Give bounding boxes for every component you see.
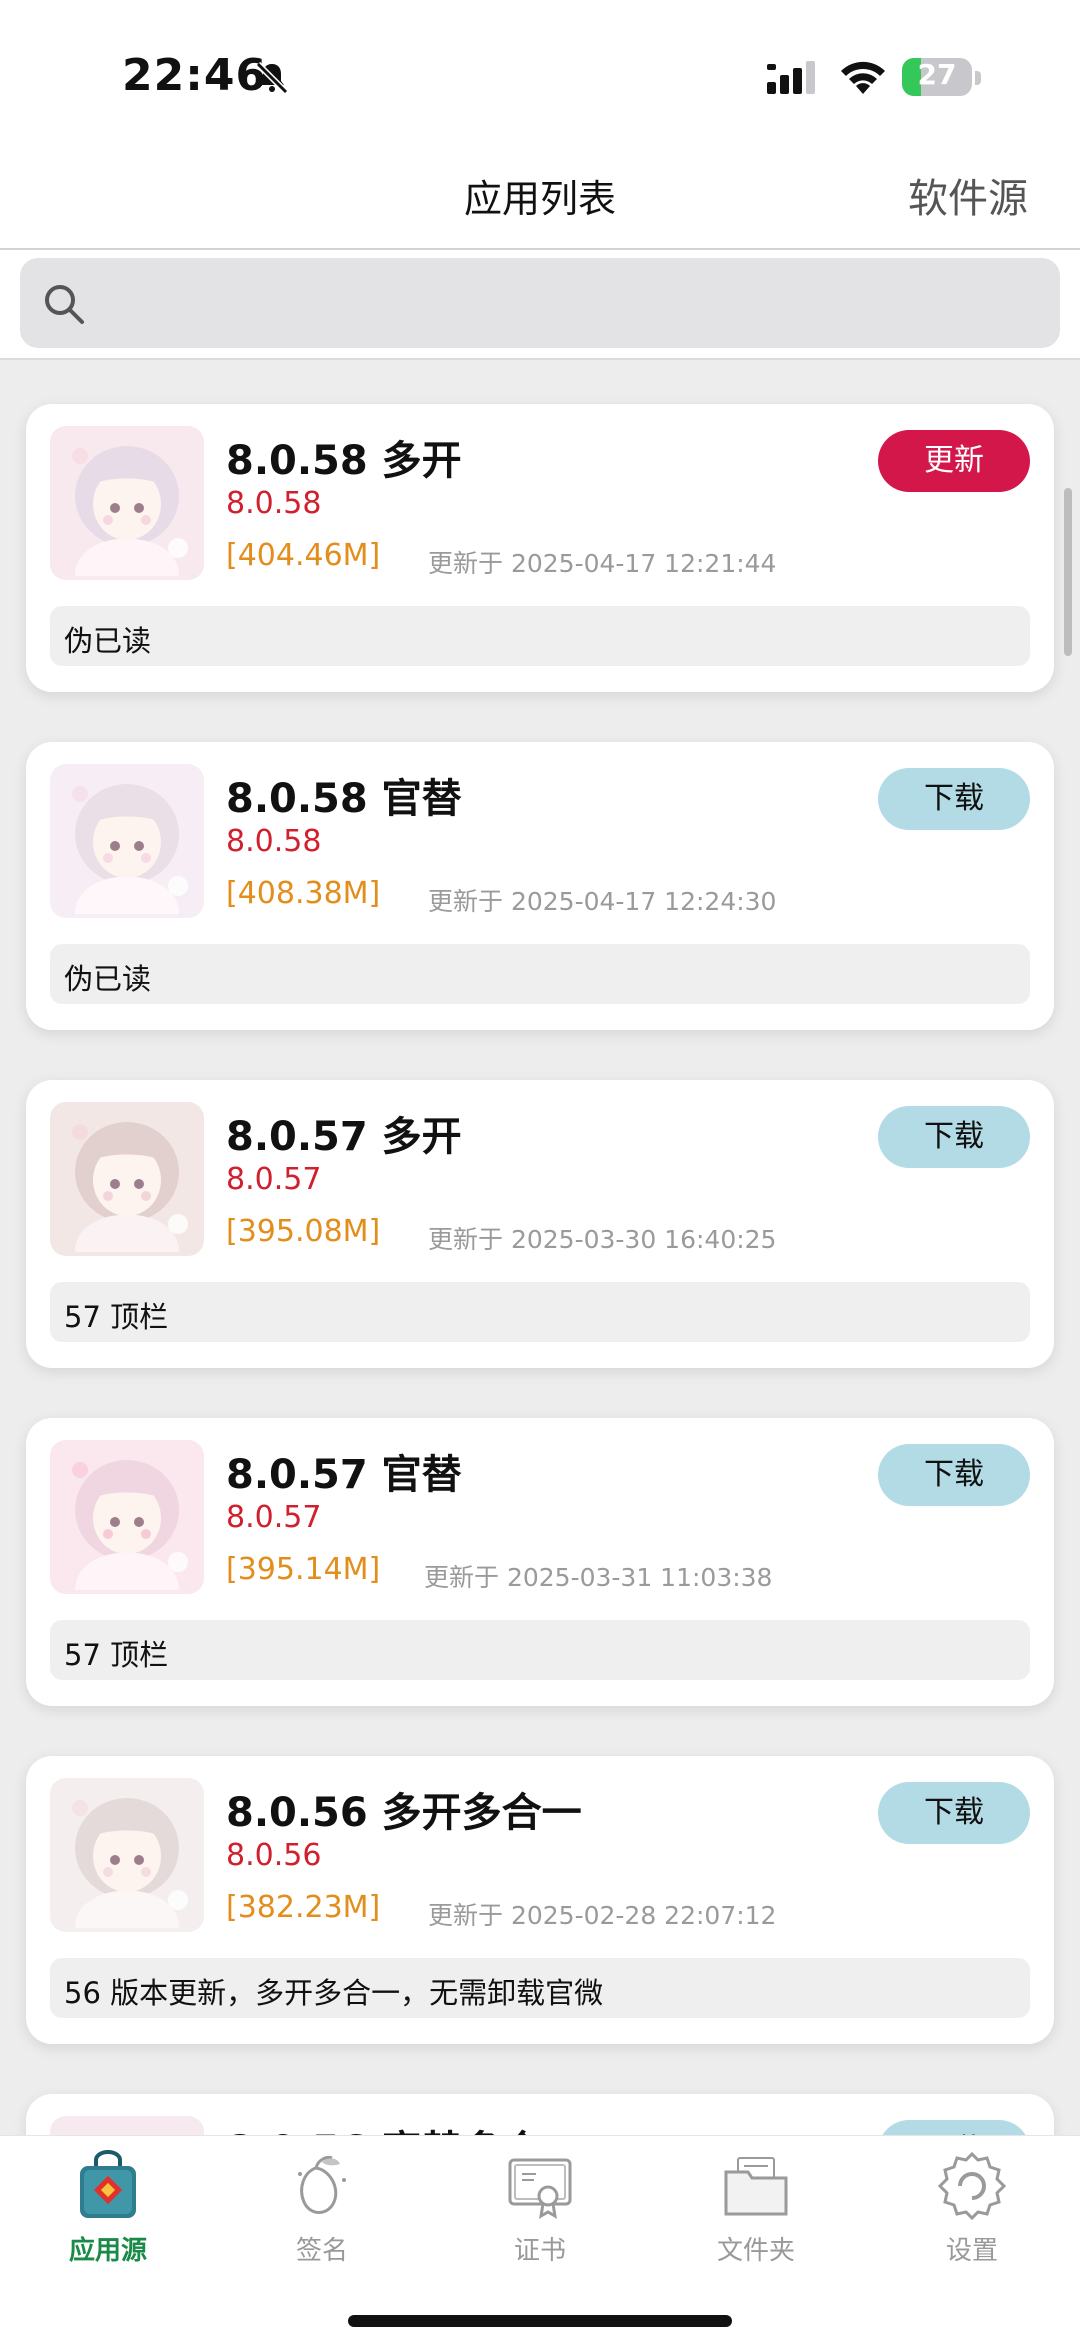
app-title: 8.0.58 多开 xyxy=(226,438,462,484)
app-updated-date: 更新于 2025-03-31 11:03:38 xyxy=(424,1563,773,1592)
home-indicator[interactable] xyxy=(348,2315,732,2327)
app-version: 8.0.58 xyxy=(226,824,322,859)
app-card[interactable]: 8.0.56 多开多合一 8.0.56 [382.23M] 更新于 2025-02-2… xyxy=(26,1756,1054,2044)
cellular-signal-icon xyxy=(767,61,815,94)
battery-indicator: 27 xyxy=(902,56,982,100)
app-updated-date: 更新于 2025-04-17 12:21:44 xyxy=(428,549,777,578)
app-description: 56 版本更新，多开多合一，无需卸载官微 xyxy=(50,1958,1030,2018)
app-size: [404.46M] xyxy=(226,538,381,573)
search-field[interactable] xyxy=(20,258,1060,350)
nav-bar: 应用列表 软件源 xyxy=(0,140,1080,250)
battery-percent: 27 xyxy=(917,58,957,91)
search-bar xyxy=(0,250,1080,360)
app-icon xyxy=(50,764,204,918)
app-title: 8.0.56 多开多合一 xyxy=(226,1790,582,1836)
app-size: [395.14M] xyxy=(226,1552,381,1587)
update-button[interactable]: 更新 xyxy=(878,430,1030,492)
tab-label: 设置 xyxy=(945,2236,998,2266)
status-time: 22:46 xyxy=(122,50,268,101)
tab-label: 应用源 xyxy=(68,2236,147,2266)
tab-settings[interactable]: 设置 xyxy=(872,2150,1072,2270)
search-input[interactable] xyxy=(100,258,1044,350)
certificate-icon xyxy=(508,2158,572,2219)
app-description: 57 顶栏 xyxy=(50,1620,1030,1680)
app-title: 8.0.57 多开 xyxy=(226,1114,462,1160)
app-icon xyxy=(50,426,204,580)
app-description-text: 伪已读 xyxy=(64,624,152,658)
app-size: [395.08M] xyxy=(226,1214,381,1249)
tab-sign[interactable]: 签名 xyxy=(222,2150,422,2270)
app-updated-date: 更新于 2025-03-30 16:40:25 xyxy=(428,1225,777,1254)
gear-icon xyxy=(937,2151,1007,2221)
bell-muted-icon xyxy=(255,61,289,95)
tab-label: 签名 xyxy=(295,2236,348,2266)
app-card[interactable]: 8.0.57 官替 8.0.57 [395.14M] 更新于 2025-03-31 1… xyxy=(26,1418,1054,1706)
app-title: 8.0.57 官替 xyxy=(226,1452,462,1498)
app-icon xyxy=(50,2116,204,2135)
download-button[interactable]: 下载 xyxy=(878,1444,1030,1506)
download-button[interactable]: 下载 xyxy=(878,1782,1030,1844)
app-description-text: 56 版本更新，多开多合一，无需卸载官微 xyxy=(64,1976,604,2010)
app-description: 57 顶栏 xyxy=(50,1282,1030,1342)
app-card[interactable]: 8.0.57 多开 8.0.57 [395.08M] 更新于 2025-03-30 1… xyxy=(26,1080,1054,1368)
app-title: 8.0.56 官替多合一 xyxy=(226,2118,582,2135)
app-size: [382.23M] xyxy=(226,1890,381,1925)
tab-app-source[interactable]: 应用源 xyxy=(8,2150,208,2270)
app-list[interactable]: 8.0.58 多开 8.0.58 [404.46M] 更新于 2025-04-17 1… xyxy=(0,360,1080,2135)
app-icon xyxy=(50,1778,204,1932)
app-updated-date: 更新于 2025-02-28 22:07:12 xyxy=(428,1901,777,1930)
app-size: [408.38M] xyxy=(226,876,381,911)
download-button[interactable]: 下载 xyxy=(878,2120,1030,2135)
app-card[interactable]: 8.0.56 官替多合一 下载 xyxy=(26,2094,1054,2135)
app-icon xyxy=(50,1440,204,1594)
software-source-button[interactable]: 软件源 xyxy=(908,166,1028,224)
app-title: 8.0.58 官替 xyxy=(226,776,462,822)
app-card[interactable]: 8.0.58 多开 8.0.58 [404.46M] 更新于 2025-04-17 1… xyxy=(26,404,1054,692)
app-version: 8.0.56 xyxy=(226,1838,322,1873)
app-description: 伪已读 xyxy=(50,944,1030,1004)
app-card[interactable]: 8.0.58 官替 8.0.58 [408.38M] 更新于 2025-04-17 1… xyxy=(26,742,1054,1030)
mango-icon xyxy=(298,2156,346,2214)
tab-folder[interactable]: 文件夹 xyxy=(656,2150,856,2270)
app-description-text: 伪已读 xyxy=(64,962,152,996)
download-button[interactable]: 下载 xyxy=(878,768,1030,830)
app-version: 8.0.57 xyxy=(226,1162,322,1197)
app-version: 8.0.57 xyxy=(226,1500,322,1535)
scrollbar[interactable] xyxy=(1064,488,1072,656)
app-updated-date: 更新于 2025-04-17 12:24:30 xyxy=(428,887,777,916)
tab-label: 文件夹 xyxy=(716,2236,795,2266)
folder-icon xyxy=(724,2157,788,2216)
wifi-icon xyxy=(841,61,885,94)
app-description: 伪已读 xyxy=(50,606,1030,666)
tab-certificate[interactable]: 证书 xyxy=(440,2150,640,2270)
shopping-bag-icon xyxy=(80,2150,136,2218)
status-bar: 22:46 27 xyxy=(0,0,1080,140)
app-description-text: 57 顶栏 xyxy=(64,1638,169,1672)
tab-label: 证书 xyxy=(513,2236,566,2266)
download-button[interactable]: 下载 xyxy=(878,1106,1030,1168)
app-description-text: 57 顶栏 xyxy=(64,1300,169,1334)
app-version: 8.0.58 xyxy=(226,486,322,521)
app-icon xyxy=(50,1102,204,1256)
search-icon xyxy=(45,285,84,324)
